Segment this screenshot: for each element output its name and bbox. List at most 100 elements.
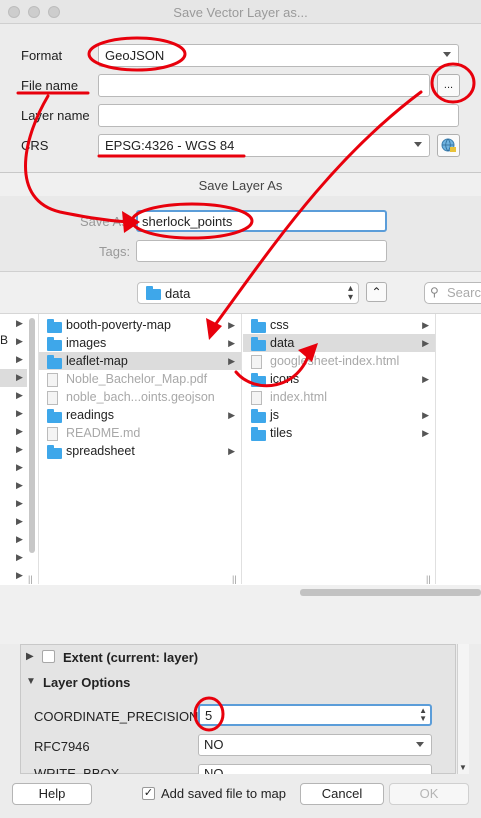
format-value: GeoJSON <box>105 48 165 63</box>
write-bbox-label: WRITE_BBOX <box>34 766 120 774</box>
chevron-right-icon: ▶ <box>422 428 429 438</box>
folder-icon <box>251 409 266 423</box>
list-item-label: images <box>66 336 107 350</box>
column-leaflet-map: css ▶ data ▶ googlesheet-index.html icons ▶ ind… <box>243 314 436 584</box>
list-item[interactable]: icons ▶ <box>243 370 435 388</box>
list-item[interactable]: Noble_Bachelor_Map.pdf <box>39 370 241 388</box>
list-item-label: booth-poverty-map <box>66 318 171 332</box>
chevron-right-icon: ▶ <box>16 552 23 562</box>
chevron-right-icon: ▶ <box>16 462 23 472</box>
updown-chevron-icon: ▴ ▾ <box>347 283 353 303</box>
tags-input[interactable] <box>136 240 387 262</box>
extent-checkbox[interactable] <box>42 650 55 663</box>
chevron-right-icon: ▶ <box>228 410 235 420</box>
chevron-right-icon: ▶ <box>228 338 235 348</box>
filename-input[interactable] <box>98 74 430 97</box>
browse-button[interactable]: ... <box>437 74 460 97</box>
chevron-down-icon <box>443 52 451 57</box>
list-item[interactable]: tiles ▶ <box>243 424 435 442</box>
list-item-label: readings <box>66 408 114 422</box>
add-to-map-checkbox[interactable]: ✓ <box>142 787 155 800</box>
coord-precision-value: 5 <box>205 708 213 723</box>
list-item-label: js <box>270 408 280 422</box>
triangle-down-icon[interactable]: ▼ <box>26 676 36 687</box>
rfc-label: RFC7946 <box>34 739 90 754</box>
location-label: data <box>165 286 191 301</box>
column-resize-handle[interactable]: || <box>232 574 237 584</box>
chevron-right-icon: ▶ <box>16 516 23 526</box>
help-button[interactable]: Help <box>12 783 92 805</box>
list-item-label: css <box>270 318 289 332</box>
crs-selector-button[interactable] <box>437 134 460 157</box>
location-popup[interactable]: data ▴ ▾ <box>137 282 359 304</box>
chevron-right-icon: ▶ <box>16 480 23 490</box>
options-scrollbar[interactable]: ▼ <box>457 644 469 774</box>
list-item[interactable]: data ▶ <box>243 334 435 352</box>
cancel-button[interactable]: Cancel <box>300 783 384 805</box>
list-item[interactable]: spreadsheet ▶ <box>39 442 241 460</box>
rfc-select[interactable]: NO <box>198 734 432 756</box>
format-select[interactable]: GeoJSON <box>98 44 459 67</box>
parent-scrollbar[interactable] <box>29 318 35 553</box>
list-item-label: index.html <box>270 390 327 404</box>
column-resize-handle[interactable]: || <box>28 574 33 584</box>
folder-icon <box>146 286 161 300</box>
folder-icon <box>251 319 266 333</box>
list-item[interactable]: readings ▶ <box>39 406 241 424</box>
format-label: Format <box>21 48 63 63</box>
list-item[interactable]: booth-poverty-map ▶ <box>39 316 241 334</box>
list-item[interactable]: googlesheet-index.html <box>243 352 435 370</box>
list-item[interactable]: css ▶ <box>243 316 435 334</box>
parent-column-fragment: B <box>0 333 9 347</box>
list-item[interactable]: index.html <box>243 388 435 406</box>
search-input[interactable]: ⚲ Search <box>424 282 481 304</box>
chevron-right-icon: ▶ <box>422 338 429 348</box>
search-icon: ⚲ <box>430 285 439 299</box>
chevron-right-icon: ▶ <box>16 534 23 544</box>
chevron-right-icon: ▶ <box>16 336 23 346</box>
layername-input[interactable] <box>98 104 459 127</box>
list-item[interactable]: noble_bach...oints.geojson <box>39 388 241 406</box>
list-item[interactable]: leaflet-map ▶ <box>39 352 241 370</box>
scroll-down-icon: ▼ <box>459 763 467 772</box>
layername-label: Layer name <box>21 108 90 123</box>
sheet-title: Save Layer As <box>198 178 283 193</box>
file-icon <box>47 373 58 387</box>
horizontal-scrollbar[interactable] <box>300 589 481 596</box>
expand-sheet-button[interactable]: ⌃ <box>366 282 387 302</box>
chevron-right-icon: ▶ <box>228 320 235 330</box>
file-icon <box>251 355 262 369</box>
folder-icon <box>251 373 266 387</box>
folder-icon <box>47 409 62 423</box>
column-data <box>437 314 481 584</box>
list-item[interactable]: images ▶ <box>39 334 241 352</box>
triangle-right-icon[interactable]: ▶ <box>26 651 34 662</box>
list-item-label: data <box>270 336 295 350</box>
coord-precision-spinbox[interactable]: 5 ▲ ▼ <box>198 704 432 726</box>
coord-precision-label: COORDINATE_PRECISION <box>34 709 199 724</box>
folder-icon <box>47 355 62 369</box>
list-item-label: README.md <box>66 426 141 440</box>
ok-button[interactable]: OK <box>389 783 469 805</box>
save-as-input[interactable]: sherlock_points <box>136 210 387 232</box>
spin-arrows-icon[interactable]: ▲ ▼ <box>419 707 427 723</box>
chevron-down-icon <box>416 742 424 747</box>
file-icon <box>47 427 58 441</box>
list-item-label: Noble_Bachelor_Map.pdf <box>66 372 208 386</box>
folder-icon <box>47 445 62 459</box>
write-bbox-select[interactable]: NO <box>198 764 432 774</box>
chevron-right-icon: ▶ <box>422 320 429 330</box>
folder-icon <box>251 337 266 351</box>
list-item[interactable]: README.md <box>39 424 241 442</box>
column-resize-handle[interactable]: || <box>426 574 431 584</box>
write-bbox-value: NO <box>204 766 224 774</box>
list-item[interactable]: js ▶ <box>243 406 435 424</box>
chevron-right-icon: ▶ <box>16 372 23 382</box>
chevron-right-icon: ▶ <box>16 426 23 436</box>
column-leaflet-parent: booth-poverty-map ▶ images ▶ leaflet-map ▶ Nob… <box>39 314 242 584</box>
search-placeholder: Search <box>447 285 481 300</box>
crs-select[interactable]: EPSG:4326 - WGS 84 <box>98 134 430 157</box>
rfc-value: NO <box>204 737 224 752</box>
save-as-label: Save As: <box>80 214 132 229</box>
list-item-label: noble_bach...oints.geojson <box>66 390 215 404</box>
